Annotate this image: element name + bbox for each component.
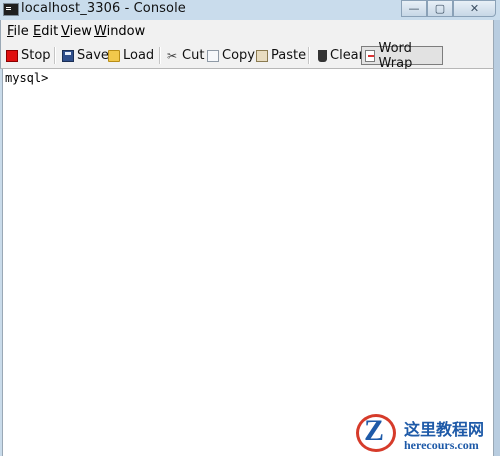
mysql-prompt: mysql>	[5, 71, 49, 85]
save-icon	[62, 49, 74, 62]
scissors-icon: ✂	[167, 48, 178, 63]
toolbar-separator	[308, 47, 310, 64]
save-label: Save	[77, 48, 109, 63]
minimize-button[interactable]: —	[401, 0, 427, 17]
menu-edit-mnemonic: E	[33, 24, 42, 39]
clipboard-icon	[256, 49, 268, 62]
console-output-area[interactable]: mysql>	[2, 69, 494, 456]
menu-window-label: indow	[106, 24, 146, 39]
menu-window[interactable]: Window	[94, 24, 145, 39]
cut-button[interactable]: ✂ Cut	[167, 46, 204, 65]
console-app-icon	[3, 3, 19, 16]
watermark-url: herecours.com	[404, 438, 479, 452]
menu-bar: File Edit View Window	[0, 20, 494, 42]
menu-view-label: iew	[69, 24, 92, 39]
watermark-site-name: 这里教程网	[404, 420, 485, 439]
copy-label: Copy	[222, 48, 255, 63]
console-window: localhost_3306 - Console — ▢ ✕ File Edit…	[0, 0, 500, 456]
stop-button[interactable]: Stop	[6, 46, 51, 65]
load-label: Load	[123, 48, 155, 63]
menu-view[interactable]: View	[61, 24, 92, 39]
stop-label: Stop	[21, 48, 51, 63]
folder-icon	[108, 49, 120, 62]
toolbar: Stop Save Load ✂ Cut Copy Paste Clear Wo…	[0, 41, 494, 71]
title-bar[interactable]: localhost_3306 - Console — ▢ ✕	[0, 0, 500, 20]
menu-view-mnemonic: V	[61, 24, 70, 39]
menu-window-mnemonic: W	[94, 24, 107, 39]
toolbar-separator	[159, 47, 161, 64]
window-border-right	[494, 20, 500, 456]
toolbar-separator	[54, 47, 56, 64]
menu-edit-label: dit	[41, 24, 59, 39]
clear-label: Clear	[330, 48, 364, 63]
paste-label: Paste	[271, 48, 307, 63]
watermark: Z 这里教程网 herecours.com	[350, 408, 500, 456]
menu-edit[interactable]: Edit	[33, 24, 58, 39]
load-button[interactable]: Load	[108, 46, 154, 65]
clear-button[interactable]: Clear	[316, 46, 364, 65]
trash-icon	[318, 49, 327, 62]
paste-button[interactable]: Paste	[256, 46, 306, 65]
close-button[interactable]: ✕	[453, 0, 496, 17]
save-button[interactable]: Save	[62, 46, 109, 65]
copy-icon	[207, 49, 219, 62]
cut-label: Cut	[182, 48, 205, 63]
window-title: localhost_3306 - Console	[21, 1, 186, 16]
menu-file-label: ile	[13, 24, 29, 39]
word-wrap-label: Word Wrap	[378, 40, 413, 71]
stop-icon	[6, 49, 18, 62]
copy-button[interactable]: Copy	[207, 46, 255, 65]
maximize-button[interactable]: ▢	[427, 0, 453, 17]
word-wrap-toggle[interactable]: Word Wrap	[361, 41, 443, 71]
word-wrap-icon	[365, 49, 376, 62]
menu-file[interactable]: File	[7, 24, 29, 39]
watermark-z-glyph: Z	[364, 414, 385, 447]
